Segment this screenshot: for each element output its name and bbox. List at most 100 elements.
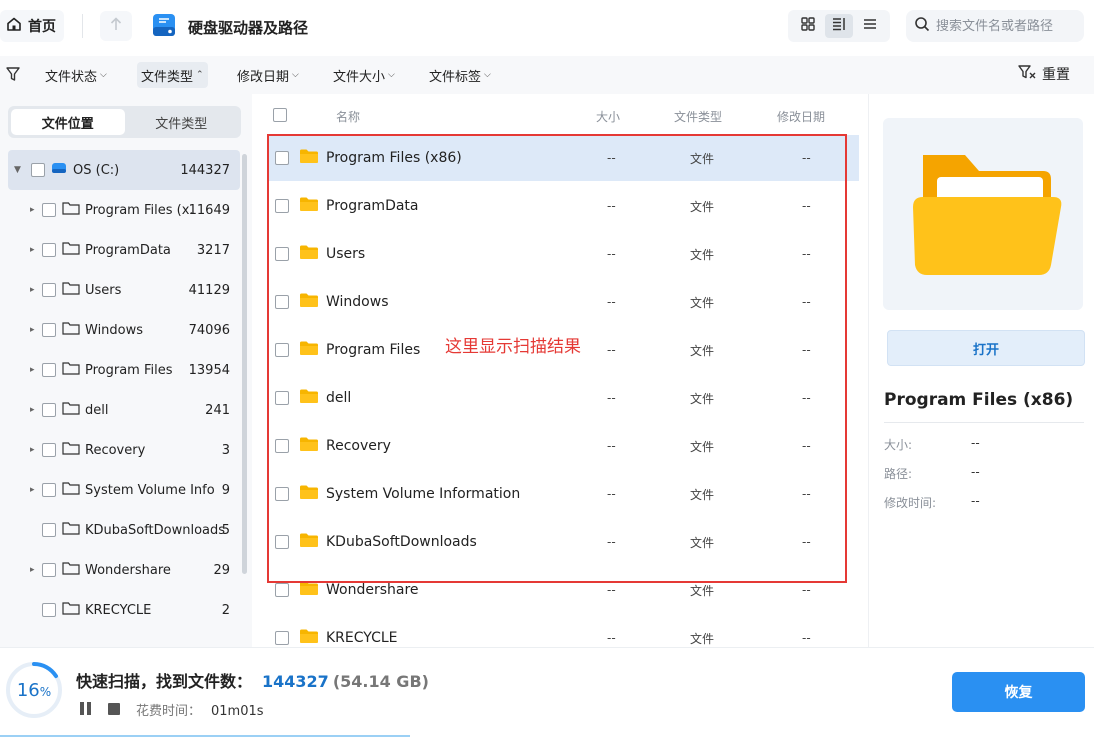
checkbox[interactable] bbox=[42, 563, 56, 577]
stop-icon[interactable] bbox=[108, 703, 120, 715]
up-button[interactable] bbox=[100, 11, 132, 41]
checkbox[interactable] bbox=[42, 603, 56, 617]
filter-file-size[interactable]: 文件大小 ⌵ bbox=[329, 62, 399, 88]
tree-item[interactable]: ▸ System Volume Infor... 9 bbox=[8, 470, 240, 510]
file-row[interactable]: Windows -- 文件 -- bbox=[267, 279, 859, 325]
file-type: 文件 bbox=[690, 199, 715, 214]
checkbox[interactable] bbox=[42, 203, 56, 217]
file-row[interactable]: Wondershare -- 文件 -- bbox=[267, 567, 859, 613]
file-row[interactable]: Users -- 文件 -- bbox=[267, 231, 859, 277]
file-row[interactable]: KRECYCLE -- 文件 -- bbox=[267, 615, 859, 647]
filter-file-type[interactable]: 文件类型 ⌃ bbox=[137, 62, 208, 88]
caret-right-icon[interactable]: ▸ bbox=[30, 285, 35, 295]
column-type[interactable]: 文件类型 bbox=[674, 108, 722, 125]
caret-right-icon[interactable]: ▸ bbox=[30, 405, 35, 415]
search-input[interactable] bbox=[936, 18, 1076, 34]
caret-right-icon[interactable]: ▸ bbox=[30, 365, 35, 375]
caret-right-icon[interactable]: ▸ bbox=[30, 205, 35, 215]
tree-item[interactable]: ▸ Wondershare 29 bbox=[8, 550, 240, 590]
checkbox[interactable] bbox=[42, 483, 56, 497]
detail-label: 修改时间: bbox=[884, 496, 937, 510]
reset-filters-button[interactable]: 重置 bbox=[1018, 64, 1070, 84]
tree-item-count: 29 bbox=[213, 562, 230, 578]
tree-item-label: KRECYCLE bbox=[85, 602, 152, 618]
checkbox[interactable] bbox=[275, 391, 289, 405]
caret-right-icon[interactable]: ▸ bbox=[30, 245, 35, 255]
file-date: -- bbox=[802, 487, 811, 501]
tree-item-drive-c[interactable]: ▼ OS (C:) 144327 bbox=[8, 150, 240, 190]
file-row[interactable]: Recovery -- 文件 -- bbox=[267, 423, 859, 469]
file-type: 文件 bbox=[690, 343, 715, 358]
caret-right-icon[interactable]: ▸ bbox=[30, 565, 35, 575]
checkbox[interactable] bbox=[42, 443, 56, 457]
tree-scrollbar[interactable] bbox=[242, 154, 247, 574]
recover-button[interactable]: 恢复 bbox=[952, 672, 1085, 712]
checkbox[interactable] bbox=[42, 283, 56, 297]
detail-value: -- bbox=[971, 436, 980, 450]
checkbox[interactable] bbox=[42, 243, 56, 257]
filter-file-tag[interactable]: 文件标签 ⌵ bbox=[425, 62, 495, 88]
pause-icon[interactable] bbox=[80, 702, 94, 716]
tree-item[interactable]: ▸ Users 41129 bbox=[8, 270, 240, 310]
column-size[interactable]: 大小 bbox=[596, 108, 620, 125]
checkbox[interactable] bbox=[275, 199, 289, 213]
home-button[interactable]: 首页 bbox=[0, 10, 64, 42]
filter-modified-date[interactable]: 修改日期 ⌵ bbox=[233, 62, 303, 88]
checkbox[interactable] bbox=[275, 151, 289, 165]
filter-file-status[interactable]: 文件状态 ⌵ bbox=[41, 62, 111, 88]
checkbox[interactable] bbox=[42, 403, 56, 417]
file-row[interactable]: System Volume Information -- 文件 -- bbox=[267, 471, 859, 517]
checkbox[interactable] bbox=[275, 583, 289, 597]
grid-view-button[interactable] bbox=[794, 14, 822, 38]
list-view-button[interactable] bbox=[856, 14, 884, 38]
tab-file-location[interactable]: 文件位置 bbox=[11, 109, 125, 135]
checkbox[interactable] bbox=[275, 631, 289, 645]
file-row[interactable]: dell -- 文件 -- bbox=[267, 375, 859, 421]
file-name: Windows bbox=[326, 294, 389, 310]
checkbox[interactable] bbox=[275, 535, 289, 549]
select-all-checkbox[interactable] bbox=[273, 108, 287, 122]
checkbox[interactable] bbox=[42, 523, 56, 537]
tree-item[interactable]: ▸ Recovery 3 bbox=[8, 430, 240, 470]
tree-item[interactable]: KRECYCLE 2 bbox=[8, 590, 240, 630]
open-button[interactable]: 打开 bbox=[887, 330, 1085, 366]
caret-right-icon[interactable]: ▸ bbox=[30, 485, 35, 495]
file-name: ProgramData bbox=[326, 198, 419, 214]
checkbox[interactable] bbox=[275, 487, 289, 501]
folder-outline-icon bbox=[62, 361, 80, 379]
tree-item-label: KDubaSoftDownloads bbox=[85, 522, 226, 538]
checkbox[interactable] bbox=[275, 295, 289, 309]
caret-down-icon[interactable]: ▼ bbox=[14, 165, 21, 175]
checkbox[interactable] bbox=[31, 163, 45, 177]
tree-item[interactable]: ▸ Program Files (x... 11649 bbox=[8, 190, 240, 230]
file-size: -- bbox=[607, 439, 616, 453]
caret-right-icon[interactable]: ▸ bbox=[30, 445, 35, 455]
file-row[interactable]: Program Files (x86) -- 文件 -- bbox=[267, 135, 859, 181]
detail-view-button[interactable] bbox=[824, 14, 853, 38]
tree-item[interactable]: ▸ Program Files 13954 bbox=[8, 350, 240, 390]
tree-item[interactable]: ▸ ProgramData 3217 bbox=[8, 230, 240, 270]
filter-icon[interactable] bbox=[6, 66, 20, 86]
checkbox[interactable] bbox=[275, 343, 289, 357]
checkbox[interactable] bbox=[42, 363, 56, 377]
tree-item[interactable]: ▸ Windows 74096 bbox=[8, 310, 240, 350]
tree-item[interactable]: ▸ dell 241 bbox=[8, 390, 240, 430]
home-label: 首页 bbox=[28, 19, 56, 35]
tree-item-label: ProgramData bbox=[85, 242, 171, 258]
chevron-down-icon: ⌵ bbox=[292, 70, 299, 80]
caret-right-icon[interactable]: ▸ bbox=[30, 325, 35, 335]
tree-item[interactable]: KDubaSoftDownloads 5 bbox=[8, 510, 240, 550]
checkbox[interactable] bbox=[275, 247, 289, 261]
file-size: -- bbox=[607, 343, 616, 357]
column-name[interactable]: 名称 bbox=[336, 108, 360, 125]
folder-icon bbox=[299, 628, 319, 647]
file-row[interactable]: KDubaSoftDownloads -- 文件 -- bbox=[267, 519, 859, 565]
checkbox[interactable] bbox=[275, 439, 289, 453]
filter-label: 文件状态 bbox=[45, 69, 98, 85]
file-row[interactable]: ProgramData -- 文件 -- bbox=[267, 183, 859, 229]
tree-item-count: 241 bbox=[205, 402, 230, 418]
checkbox[interactable] bbox=[42, 323, 56, 337]
column-modified[interactable]: 修改日期 bbox=[777, 108, 825, 125]
tab-file-type[interactable]: 文件类型 bbox=[125, 109, 239, 135]
scan-summary: 快速扫描，找到文件数： 144327 (54.14 GB) bbox=[76, 668, 429, 692]
